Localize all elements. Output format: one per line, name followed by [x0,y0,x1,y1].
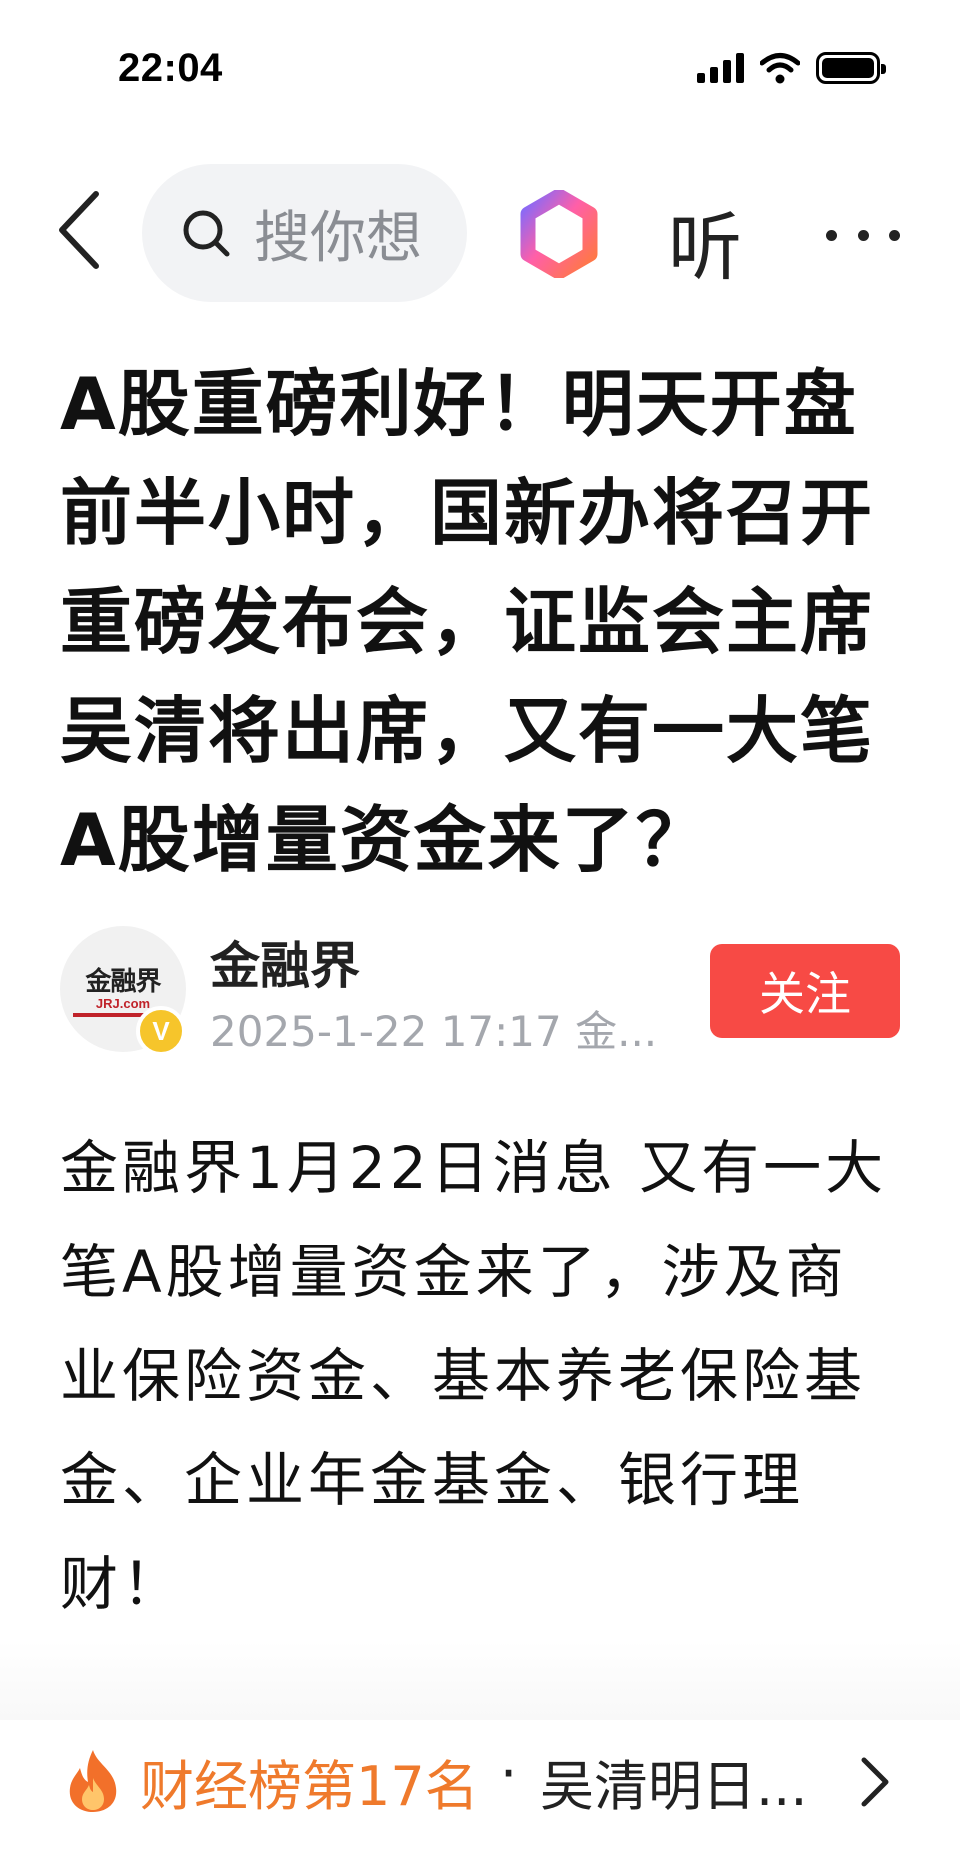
ranking-topic: 吴清明日... [540,1755,808,1818]
search-input[interactable]: 搜你想 [142,164,467,302]
avatar-logo-sub: JRJ.com [95,996,151,1011]
more-icon[interactable] [818,210,908,260]
ranking-label: 财经榜第17名 [140,1755,479,1818]
fire-icon [69,1750,117,1812]
listen-button[interactable]: 听 [668,188,742,295]
content-fade [0,1640,960,1720]
article-title: A股重磅利好！明天开盘前半小时，国新办将召开重磅发布会，证监会主席吴清将出席，又… [60,362,875,882]
author-row: 金融界 JRJ.com V 金融界 2025-1-22 17:17 金... 关… [60,926,900,1056]
avatar-logo: 金融界 [85,967,161,997]
article-body: 金融界1月22日消息 又有一大笔A股增量资金来了，涉及商业保险资金、基本养老保险… [60,1134,888,1618]
chevron-left-icon [59,191,99,269]
status-time: 22:04 [118,46,223,90]
wifi-icon [760,53,800,84]
chevron-right-icon [861,1757,889,1807]
back-button[interactable] [44,185,114,275]
nav-bar: 搜你想 听 [0,160,960,310]
author-meta: 2025-1-22 17:17 金... [210,1007,658,1056]
author-name[interactable]: 金融界 [210,926,360,998]
status-bar: 22:04 [0,0,960,140]
battery-icon [816,52,886,84]
ranking-bar[interactable]: 财经榜第17名 · 吴清明日... [0,1720,960,1871]
ranking-separator: · [500,1742,518,1805]
search-icon [180,207,232,259]
signal-icon [697,53,744,83]
verified-badge: V [136,1006,186,1056]
search-placeholder: 搜你想 [254,205,422,271]
status-icons [697,52,886,84]
follow-button[interactable]: 关注 [710,944,900,1038]
ai-assistant-icon[interactable] [518,190,600,278]
